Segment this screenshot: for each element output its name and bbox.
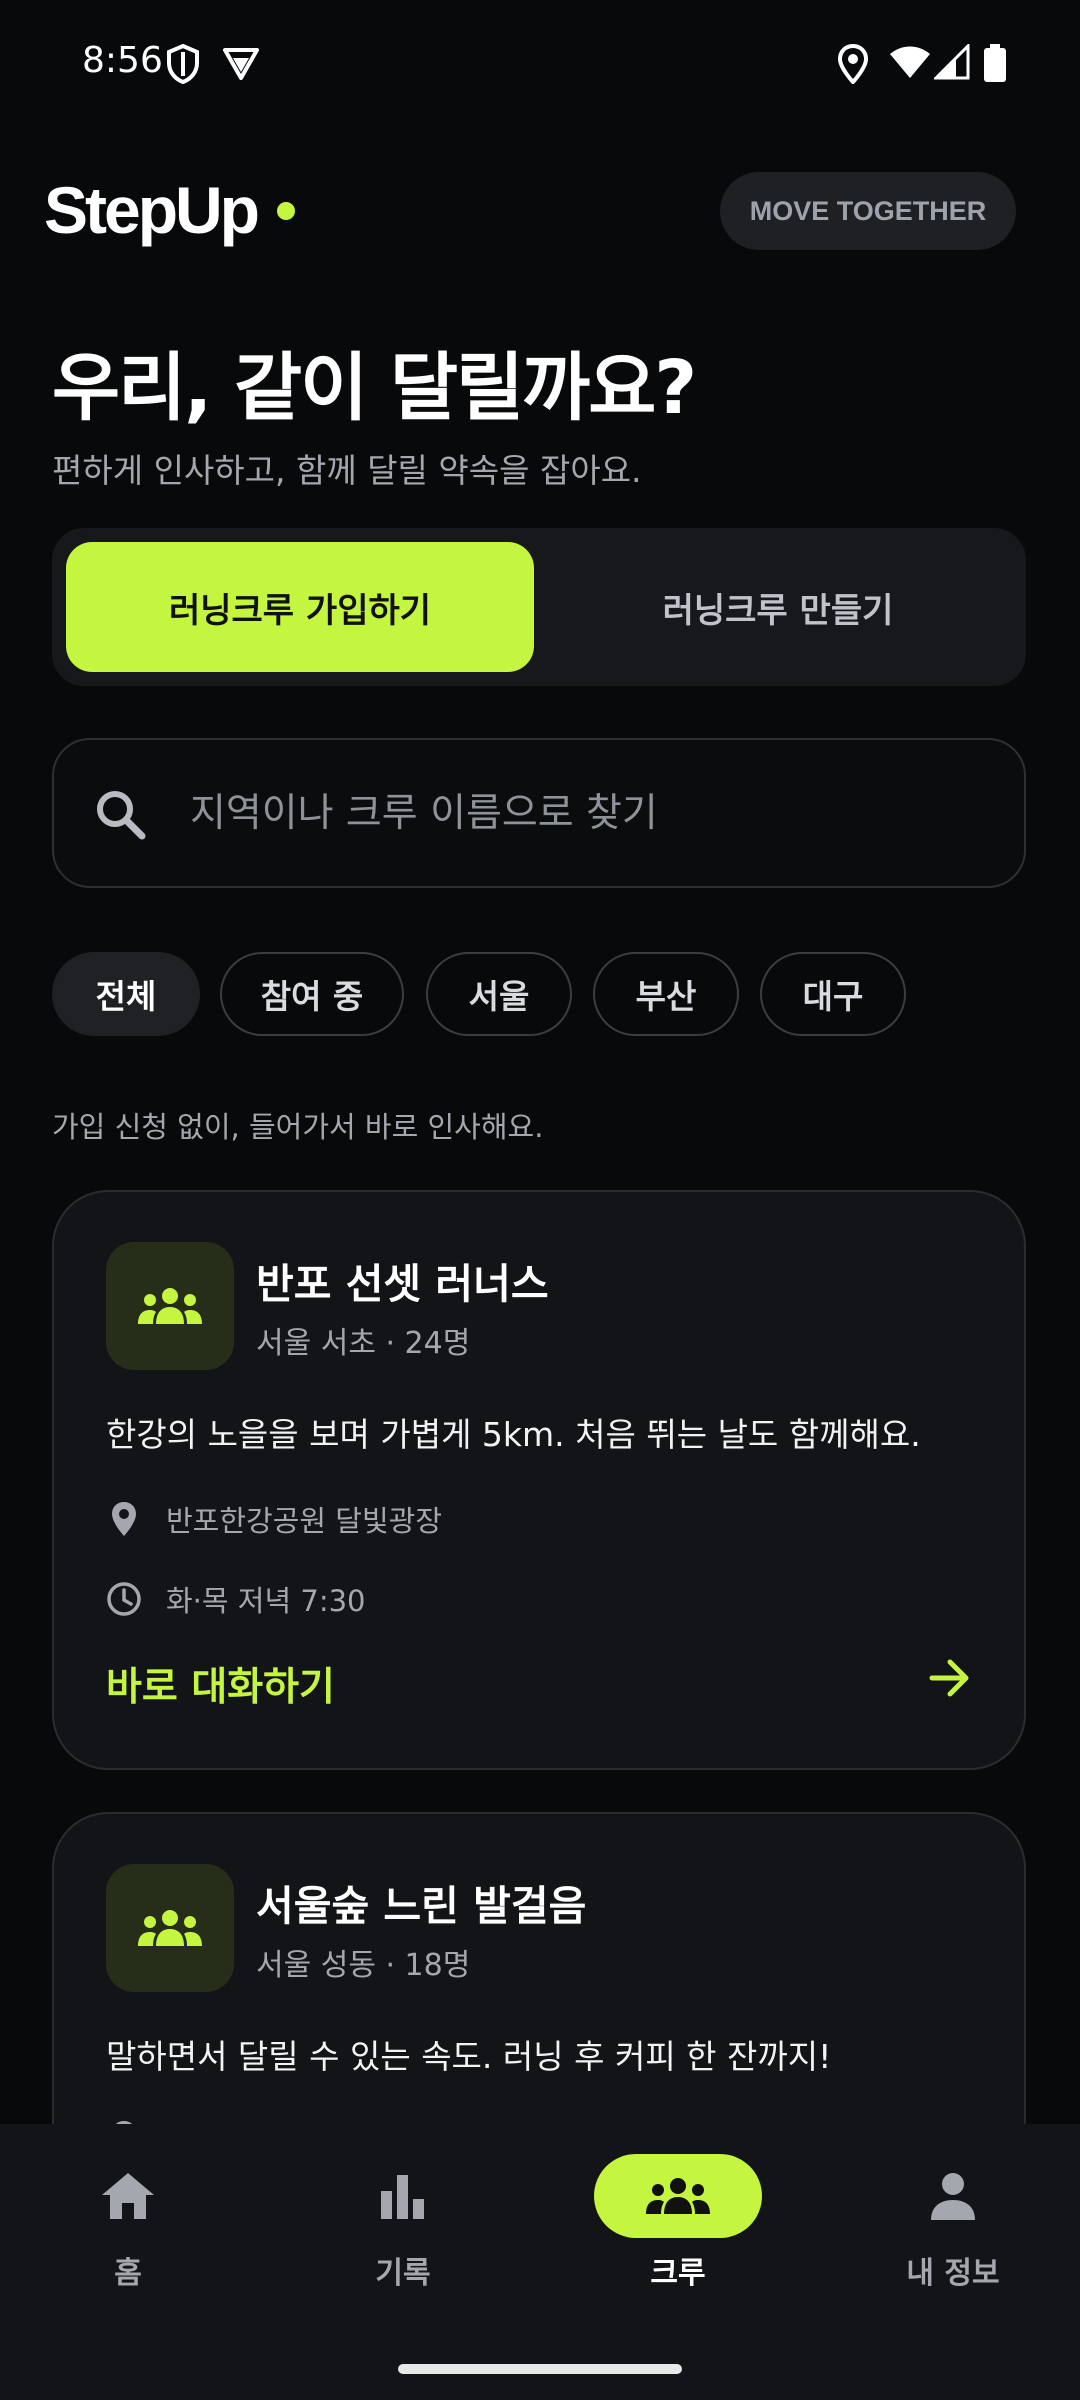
bottom-nav: 홈 기록 크루 내 정보 [0,2124,1080,2400]
crew-mode-segment: 러닝크루 가입하기 러닝크루 만들기 [52,528,1026,686]
crew-schedule-row: 화·목 저녁 7:30 [106,1578,366,1620]
group-icon [138,1910,202,1946]
chat-now-link[interactable]: 바로 대화하기 [106,1656,335,1712]
nav-records[interactable]: 기록 [303,2154,503,2304]
battery-icon [984,44,1006,82]
search-box [52,738,1026,888]
location-pin-icon [106,1501,142,1537]
nav-home-label: 홈 [114,2256,142,2291]
crew-location-row: 반포한강공원 달빛광장 [106,1498,442,1540]
crew-description: 한강의 노을을 보며 가볍게 5km. 처음 뛰는 날도 함께해요. [106,1415,921,1454]
filter-chip-busan[interactable]: 부산 [593,952,739,1036]
crew-location: 반포한강공원 달빛광장 [166,1504,443,1538]
signal-icon [934,44,970,80]
crew-name: 서울숲 느린 발걸음 [256,1882,587,1930]
status-time: 8:56 [82,40,163,81]
filter-chip-daegu[interactable]: 대구 [760,952,906,1036]
search-input[interactable] [190,740,990,886]
crew-description: 말하면서 달릴 수 있는 속도. 러닝 후 커피 한 잔까지! [106,2037,832,2076]
move-together-badge[interactable]: MOVE TOGETHER [720,172,1016,250]
page-subtitle: 편하게 인사하고, 함께 달릴 약속을 잡아요. [52,451,642,490]
info-text: 가입 신청 없이, 들어가서 바로 인사해요. [52,1110,544,1144]
crew-avatar [106,1864,234,1992]
location-icon [837,44,869,84]
join-crew-tab[interactable]: 러닝크루 가입하기 [66,542,534,672]
filter-chip-all[interactable]: 전체 [52,952,200,1036]
crew-schedule: 화·목 저녁 7:30 [166,1584,366,1618]
crew-card[interactable]: 반포 선셋 러너스 서울 서초 · 24명 한강의 노을을 보며 가볍게 5km… [52,1190,1026,1770]
crew-avatar [106,1242,234,1370]
crew-meta: 서울 서초 · 24명 [256,1326,471,1361]
group-icon [646,2178,710,2214]
home-icon [102,2173,154,2219]
nav-profile[interactable]: 내 정보 [853,2154,1053,2304]
bar-chart-icon [381,2175,424,2219]
shield-icon [167,44,199,84]
wifi-icon [890,46,930,78]
nav-profile-label: 내 정보 [906,2256,1000,2291]
vpn-icon [223,48,259,80]
nav-records-label: 기록 [375,2256,431,2291]
crew-name: 반포 선셋 러너스 [256,1260,549,1308]
home-indicator[interactable] [398,2364,682,2374]
nav-crew[interactable]: 크루 [578,2154,778,2304]
clock-icon [106,1581,142,1617]
filter-chip-joined[interactable]: 참여 중 [220,952,404,1036]
crew-meta: 서울 성동 · 18명 [256,1948,471,1983]
nav-crew-label: 크루 [650,2256,706,2291]
group-icon [138,1288,202,1324]
search-icon [97,791,146,840]
logo-dot [277,202,295,220]
person-icon [931,2173,975,2220]
filter-chip-seoul[interactable]: 서울 [426,952,572,1036]
nav-home[interactable]: 홈 [28,2154,228,2304]
status-bar: 8:56 [0,0,1080,130]
page-title: 우리, 같이 달릴까요? [52,345,697,431]
create-crew-tab[interactable]: 러닝크루 만들기 [544,542,1012,672]
app-logo: StepUp [44,173,260,247]
arrow-right-icon[interactable] [928,1658,972,1698]
